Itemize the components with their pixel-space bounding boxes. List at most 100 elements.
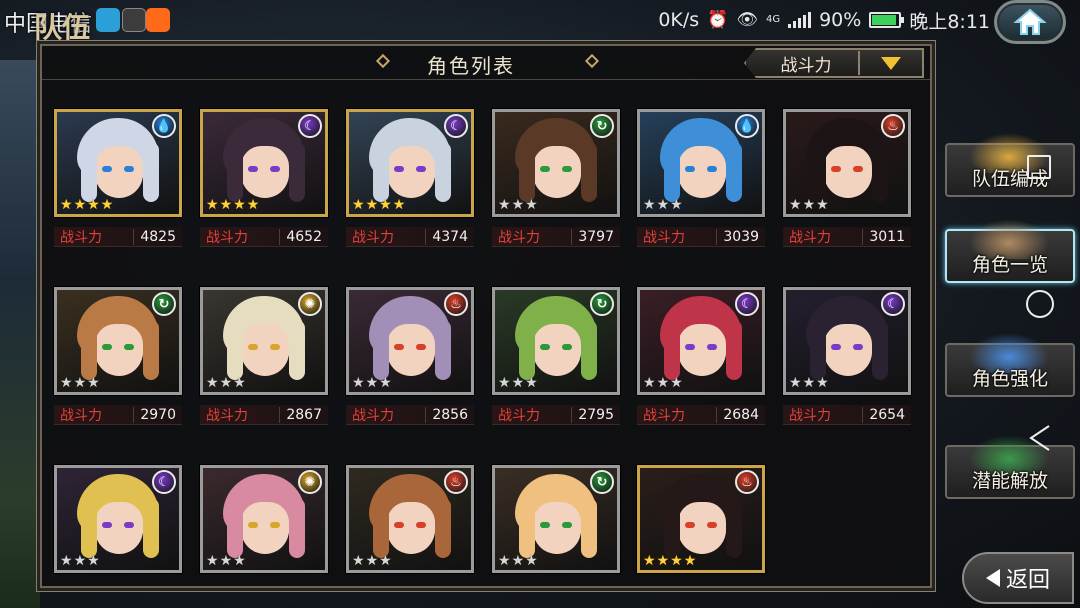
portrait-art (664, 142, 680, 202)
rarity-stars: ★★★★ (206, 198, 259, 212)
character-card[interactable]: ♨★★★★ (346, 465, 474, 573)
character-card[interactable]: ↻ ★★★★ (492, 465, 620, 573)
character-portrait[interactable]: ♨★★★★ (346, 465, 474, 573)
portrait-eye (540, 166, 550, 172)
character-portrait[interactable]: ☾★★★★ (54, 465, 182, 573)
portrait-art (81, 142, 97, 202)
character-card[interactable]: ☾ ★ ★ ★ ★ 战斗力 4652 (200, 109, 328, 247)
dark-element-icon: ☾ (444, 114, 468, 138)
character-portrait[interactable]: ♨★★★★ (346, 287, 474, 395)
portrait-face (824, 146, 872, 198)
portrait-eye (707, 522, 717, 528)
rarity-stars: ★★★★ (206, 376, 246, 390)
combat-power-value: 2684 (716, 406, 759, 423)
character-card[interactable]: ☾ ★★★★ 战斗力 2654 (783, 287, 911, 425)
character-card[interactable]: ↻ ★★★★ 战斗力 2795 (492, 287, 620, 425)
character-portrait[interactable]: ✺ ★★★★ (200, 287, 328, 395)
portrait-art (227, 498, 243, 558)
character-portrait[interactable]: 💧★★★★ (637, 109, 765, 217)
character-portrait[interactable]: ↻ ★★★★ (492, 287, 620, 395)
combat-power-value: 4652 (279, 228, 322, 245)
character-portrait[interactable]: ♨★★★★ (637, 465, 765, 573)
star-icon: ★ (498, 197, 511, 213)
star-icon: ★ (365, 375, 379, 391)
status-bar: 中国电信 队伍 0K/s ⏰ 👁 4G 90% 晚上8:11 (0, 0, 1080, 44)
portrait-eye (124, 344, 134, 350)
character-card[interactable]: 💧 ★★★★ 战斗力 3039 (637, 109, 765, 247)
character-portrait[interactable]: ☾★★★★ (783, 287, 911, 395)
portrait-art (143, 498, 159, 558)
portrait-eye (540, 522, 550, 528)
star-icon: ★ (525, 197, 538, 213)
portrait-face (387, 324, 435, 376)
dropdown-arrow-icon[interactable] (860, 56, 922, 70)
water-element-icon: 💧 (152, 114, 176, 138)
character-card[interactable]: ☾ ★★★★ 战斗力 2684 (637, 287, 765, 425)
character-overview-button[interactable]: 角色一览 (945, 219, 1075, 283)
portrait-art (519, 498, 535, 558)
combat-power: 战斗力 2654 (783, 405, 911, 425)
character-card[interactable]: ☾ ★★★★ (54, 465, 182, 573)
portrait-face (824, 324, 872, 376)
portrait-eye (124, 522, 134, 528)
combat-power: 战斗力 2867 (200, 405, 328, 425)
recent-apps-icon[interactable] (1027, 155, 1051, 179)
portrait-art (810, 320, 826, 380)
character-portrait[interactable]: ☾★★★★ (346, 109, 474, 217)
character-enhance-button[interactable]: 角色强化 (945, 333, 1075, 397)
portrait-face (678, 324, 726, 376)
portrait-art (81, 320, 97, 380)
wind-element-icon: ↻ (152, 292, 176, 316)
title-ornament-icon (584, 53, 600, 69)
home-nav-icon[interactable] (1026, 290, 1054, 318)
character-card[interactable]: ↻ ★★★★ 战斗力 2970 (54, 287, 182, 425)
character-portrait[interactable]: ✺ ★★★★ (200, 465, 328, 573)
portrait-art (726, 498, 742, 558)
portrait-face (678, 502, 726, 554)
portrait-eye (394, 522, 404, 528)
combat-power-label: 战斗力 (643, 229, 685, 246)
star-icon: ★ (802, 375, 816, 391)
character-portrait[interactable]: ☾★★★★ (637, 287, 765, 395)
character-portrait[interactable]: 💧★★★★ (54, 109, 182, 217)
character-portrait[interactable]: ↻ ★★★★ (492, 109, 620, 217)
portrait-art (872, 142, 888, 202)
home-icon (1013, 8, 1047, 35)
character-card[interactable]: ✺ ★★★★ (200, 465, 328, 573)
star-icon: ★ (683, 553, 697, 569)
star-icon: ★ (670, 197, 683, 213)
character-card[interactable]: ♨★★★★ (637, 465, 765, 573)
potential-unlock-button[interactable]: 潜能解放 (945, 435, 1075, 499)
back-nav-icon[interactable] (1028, 424, 1052, 452)
star-icon: ★ (670, 375, 683, 391)
combat-power-value: 4374 (425, 228, 468, 245)
character-card[interactable]: ☾ ★ ★ ★ ★ 战斗力 4374 (346, 109, 474, 247)
combat-power: 战斗力 2856 (346, 405, 474, 425)
character-portrait[interactable]: ↻ ★★★★ (54, 287, 182, 395)
character-card[interactable]: ✺ ★★★★ 战斗力 2867 (200, 287, 328, 425)
portrait-art (581, 498, 597, 558)
portrait-art (81, 498, 97, 558)
star-icon: ★ (246, 197, 260, 213)
back-button[interactable]: 返回 (962, 552, 1074, 604)
sort-dropdown[interactable]: 战斗力 (744, 48, 924, 78)
character-card[interactable]: ↻ ★★★★ 战斗力 3797 (492, 109, 620, 247)
portrait-art (373, 320, 389, 380)
portrait-face (678, 146, 726, 198)
team-formation-button[interactable]: 队伍编成 (945, 133, 1075, 197)
rarity-stars: ★★★★ (352, 554, 392, 568)
combat-power-label: 战斗力 (60, 407, 102, 424)
star-icon: ★ (656, 197, 670, 213)
combat-power-label: 战斗力 (643, 407, 685, 424)
portrait-eye (562, 166, 572, 172)
portrait-art (227, 320, 243, 380)
character-card[interactable]: ♨ ★★★★ 战斗力 3011 (783, 109, 911, 247)
character-portrait[interactable]: ↻ ★★★★ (492, 465, 620, 573)
character-portrait[interactable]: ♨★★★★ (783, 109, 911, 217)
portrait-face (241, 146, 289, 198)
star-icon: ★ (379, 553, 392, 569)
character-portrait[interactable]: ☾★★★★ (200, 109, 328, 217)
character-card[interactable]: 💧 ★ ★ ★ ★ 战斗力 4825 (54, 109, 182, 247)
character-card[interactable]: ♨ ★★★★ 战斗力 2856 (346, 287, 474, 425)
home-button[interactable] (994, 0, 1066, 44)
